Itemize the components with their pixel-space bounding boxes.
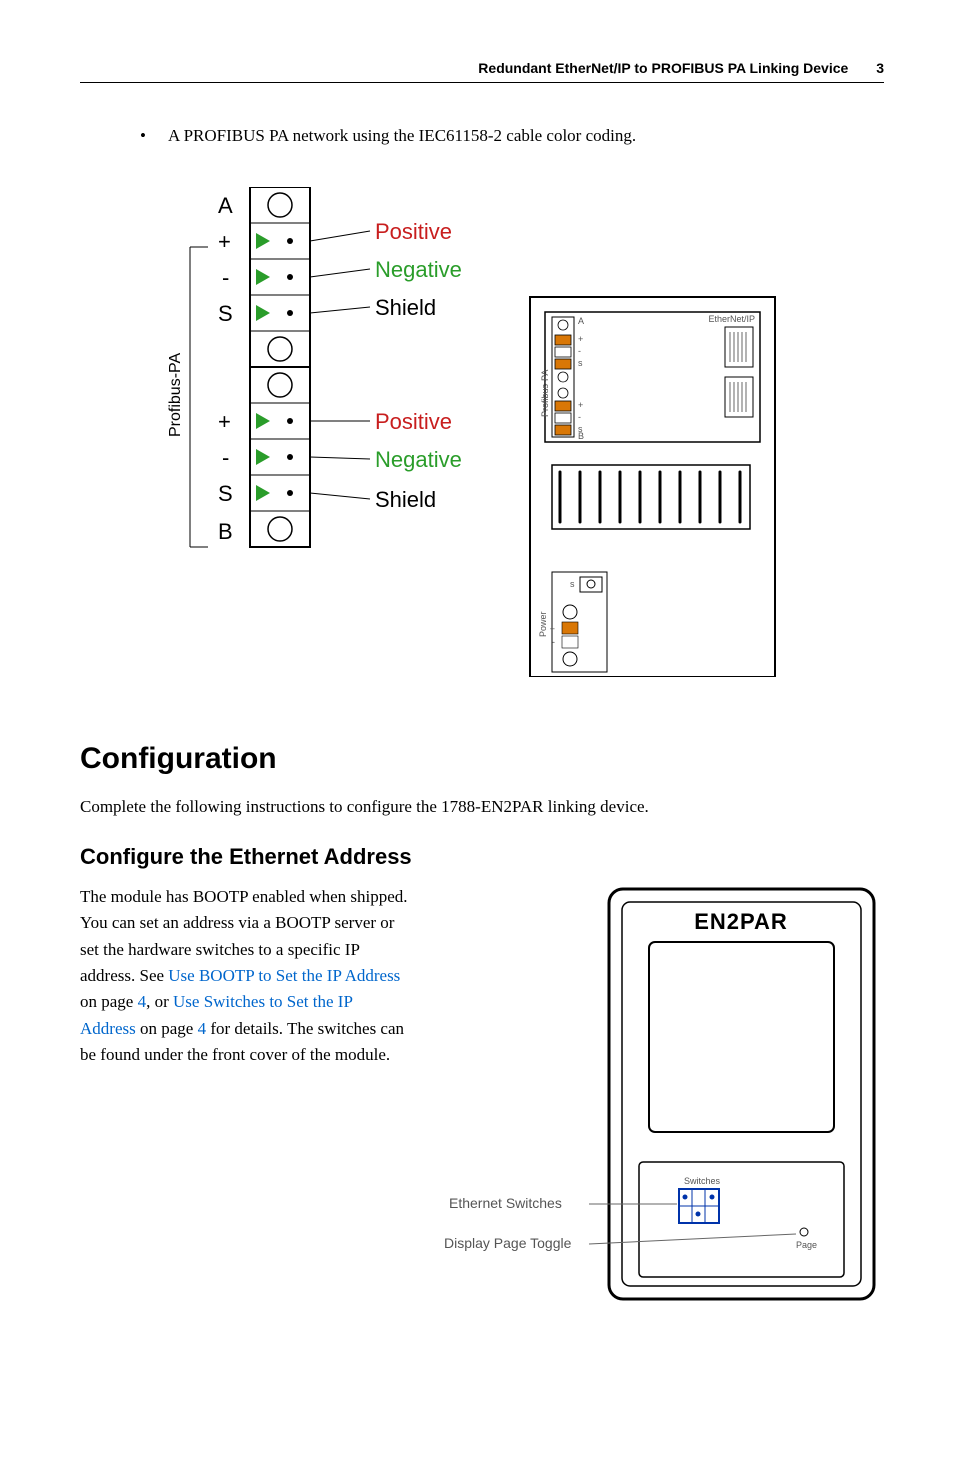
p1b: on page (80, 992, 138, 1011)
bullet-item: • A PROFIBUS PA network using the IEC611… (140, 123, 884, 149)
header-title: Redundant EtherNet/IP to PROFIBUS PA Lin… (478, 60, 848, 76)
module-power-plus: + (550, 624, 555, 634)
module-minus-2: - (578, 412, 581, 422)
configuration-heading: Configuration (80, 742, 884, 776)
en2par-front-figure: EN2PAR Switches Page E (444, 884, 884, 1314)
module-power-s: s (570, 579, 575, 589)
p1d: on page (136, 1019, 198, 1038)
page-ref-2[interactable]: 4 (198, 1019, 207, 1038)
callout-ethernet-switches: Ethernet Switches (449, 1195, 562, 1211)
page-toggle-label: Page (796, 1240, 817, 1250)
page-header: Redundant EtherNet/IP to PROFIBUS PA Lin… (80, 60, 884, 83)
shield-label-b: Shield (375, 487, 436, 512)
module-plus-2: + (578, 400, 583, 410)
configure-ethernet-paragraph: The module has BOOTP enabled when shippe… (80, 884, 410, 1068)
module-plus-1: + (578, 334, 583, 344)
block-b-s: S (218, 481, 233, 506)
page-ref-1[interactable]: 4 (138, 992, 147, 1011)
bullet-text: A PROFIBUS PA network using the IEC61158… (168, 123, 636, 149)
bullet-marker: • (140, 123, 168, 149)
module-a: A (578, 316, 584, 326)
negative-label-b: Negative (375, 447, 462, 472)
module-power-minus: - (552, 637, 555, 647)
p1c: , or (146, 992, 173, 1011)
negative-label-a: Negative (375, 257, 462, 282)
module-minus-1: - (578, 346, 581, 356)
link-use-bootp[interactable]: Use BOOTP to Set the IP Address (168, 966, 400, 985)
module-s-1: s (578, 358, 583, 368)
block-a-plus: + (218, 229, 231, 254)
positive-label-a: Positive (375, 219, 452, 244)
header-page-number: 3 (876, 60, 884, 76)
block-a-minus: - (222, 265, 229, 290)
block-b-minus: - (222, 445, 229, 470)
module-eth-label: EtherNet/IP (708, 314, 755, 324)
configuration-intro: Complete the following instructions to c… (80, 794, 884, 820)
block-a-s: S (218, 301, 233, 326)
module-pa-side: Profibus-PA (540, 369, 550, 416)
block-b-label: B (218, 519, 233, 544)
module-power-side: Power (538, 611, 548, 637)
device-title: EN2PAR (694, 909, 788, 934)
configure-ethernet-heading: Configure the Ethernet Address (80, 844, 884, 870)
block-a-label: A (218, 193, 233, 218)
profibus-pa-label: Profibus-PA (167, 352, 184, 437)
shield-label-a: Shield (375, 295, 436, 320)
block-b-plus: + (218, 409, 231, 434)
positive-label-b: Positive (375, 409, 452, 434)
switches-label: Switches (684, 1176, 721, 1186)
module-b: B (578, 431, 584, 441)
callout-display-page-toggle: Display Page Toggle (444, 1235, 572, 1251)
wiring-diagram: Profibus-PA (160, 187, 780, 677)
